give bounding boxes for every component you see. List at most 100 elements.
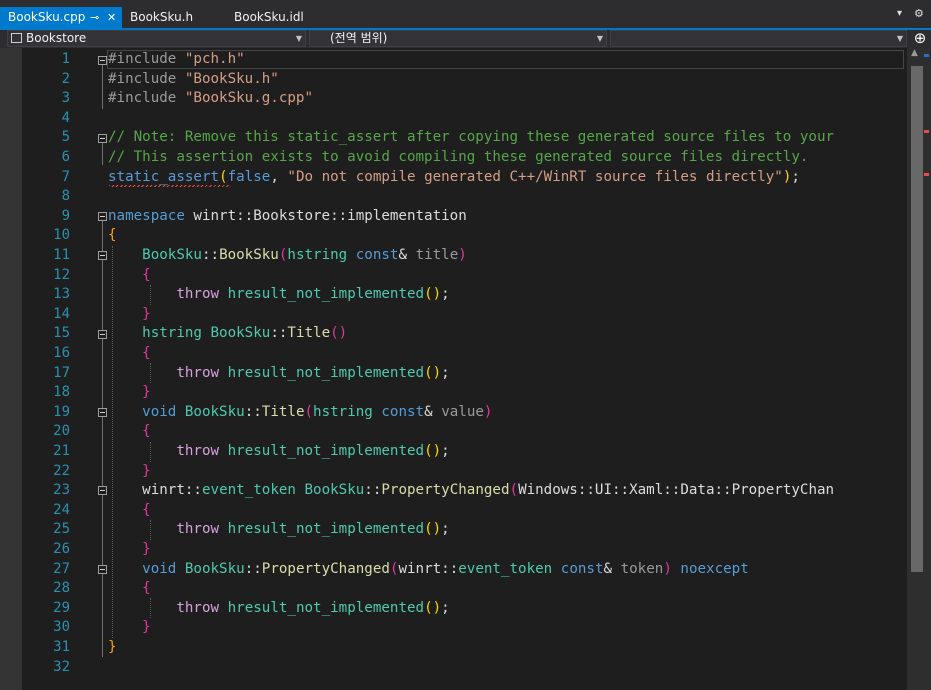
chevron-down-icon: ▼ [295, 34, 302, 43]
code-line: { [142, 423, 151, 440]
line-number: 2 [61, 70, 70, 87]
scope-label: (전역 범위) [330, 31, 388, 45]
line-number: 25 [53, 521, 70, 538]
code-line: hstring BookSku::Title() [142, 325, 348, 342]
code-line: { [142, 345, 151, 361]
chevron-down-icon: ▼ [896, 34, 903, 43]
collapse-icon[interactable] [98, 251, 107, 260]
navigation-bar: Bookstore ▼ (전역 범위) ▼ ▼ ⊕ [0, 30, 931, 48]
code-line: throw hresult_not_implemented(); [176, 286, 450, 303]
code-line: namespace winrt::Bookstore::implementati… [108, 207, 467, 224]
line-number: 13 [53, 286, 70, 303]
code-line: } [142, 462, 151, 479]
collapse-icon[interactable] [98, 565, 107, 574]
line-number: 27 [53, 560, 70, 577]
code-line: throw hresult_not_implemented(); [176, 521, 450, 538]
code-editor[interactable]: 1 2 3 4 5 6 7 8 9 10 11 12 13 14 15 16 1… [0, 48, 931, 690]
code-line: #include "BookSku.h" [108, 70, 279, 87]
line-number: 19 [53, 403, 70, 420]
tab-label: BookSku.h [130, 10, 194, 24]
line-number: 21 [53, 443, 70, 459]
split-window-button[interactable]: ⊕ [911, 30, 929, 47]
line-number: 8 [61, 188, 70, 205]
line-number: 23 [53, 482, 70, 499]
chevron-down-icon: ▼ [596, 34, 603, 43]
collapse-icon[interactable] [98, 330, 107, 339]
code-line: } [142, 619, 151, 636]
close-icon[interactable]: ✕ [107, 7, 116, 28]
line-number: 29 [53, 599, 70, 616]
project-label: Bookstore [26, 31, 87, 45]
code-line: // This assertion exists to avoid compil… [108, 149, 809, 165]
code-line: { [108, 227, 117, 244]
outline-line [102, 143, 103, 165]
tab-label: BookSku.cpp [8, 10, 86, 24]
line-number: 18 [53, 384, 70, 401]
code-line: throw hresult_not_implemented(); [176, 364, 450, 381]
settings-icon[interactable]: ⚙ [914, 7, 924, 20]
indicator-margin [0, 48, 22, 690]
scrollbar-thumb[interactable] [911, 66, 923, 572]
collapse-icon[interactable] [98, 56, 107, 65]
vertical-scrollbar[interactable]: ▲ [907, 48, 931, 690]
line-number: 30 [53, 619, 70, 636]
tab-booksku-cpp[interactable]: BookSku.cpp ⊸ ✕ [0, 7, 122, 28]
error-squiggle [109, 185, 231, 187]
tab-booksku-idl[interactable]: BookSku.idl [226, 7, 326, 28]
line-number: 5 [61, 129, 70, 146]
caret-marker [924, 54, 929, 57]
outline-line [102, 221, 103, 657]
member-dropdown[interactable]: ▼ [610, 30, 907, 47]
project-icon [11, 33, 22, 43]
line-number: 14 [53, 305, 70, 322]
collapse-icon[interactable] [98, 408, 107, 417]
document-tab-bar: BookSku.cpp ⊸ ✕ BookSku.h BookSku.idl ▾ … [0, 0, 931, 28]
code-line: #include "BookSku.g.cpp" [108, 90, 313, 107]
line-number: 32 [53, 658, 70, 675]
code-line: { [142, 501, 151, 518]
line-number: 17 [53, 364, 70, 381]
line-number: 3 [61, 90, 70, 107]
line-number: 26 [53, 541, 70, 557]
code-line: #include "pch.h" [108, 51, 245, 67]
tab-dropdown-icon[interactable]: ▾ [897, 8, 902, 19]
collapse-icon[interactable] [98, 486, 107, 495]
outline-line [102, 65, 103, 109]
line-number: 10 [53, 227, 70, 244]
pin-icon[interactable]: ⊸ [90, 7, 99, 28]
code-line: void BookSku::PropertyChanged(winrt::eve… [142, 560, 749, 577]
line-number: 31 [53, 639, 70, 655]
scope-dropdown[interactable]: (전역 범위) ▼ [309, 30, 607, 47]
line-number: 24 [53, 501, 70, 518]
line-number: 20 [53, 423, 70, 440]
line-number: 16 [53, 345, 70, 361]
collapse-icon[interactable] [98, 212, 107, 221]
code-line: throw hresult_not_implemented(); [176, 599, 450, 616]
code-line: throw hresult_not_implemented(); [176, 443, 450, 459]
line-number: 22 [53, 462, 70, 479]
line-number: 12 [53, 266, 70, 283]
error-marker[interactable] [924, 130, 929, 133]
code-line: } [108, 639, 117, 655]
code-line: { [142, 266, 151, 283]
code-line: } [142, 541, 151, 557]
collapse-icon[interactable] [98, 134, 107, 143]
code-line: } [142, 305, 151, 322]
scroll-up-icon[interactable]: ▲ [911, 48, 918, 58]
tab-label: BookSku.idl [234, 10, 304, 24]
tab-booksku-h[interactable]: BookSku.h [122, 7, 222, 28]
error-marker[interactable] [924, 173, 929, 176]
line-number: 28 [53, 580, 70, 597]
code-line: { [142, 580, 151, 597]
code-line: } [142, 384, 151, 401]
project-dropdown[interactable]: Bookstore ▼ [7, 30, 306, 47]
line-number: 4 [61, 109, 70, 126]
line-number: 7 [61, 168, 70, 185]
code-line: winrt::event_token BookSku::PropertyChan… [142, 482, 835, 499]
line-number: 6 [61, 149, 70, 165]
line-number: 1 [61, 51, 70, 67]
code-line: BookSku::BookSku(hstring const& title) [142, 247, 467, 263]
line-number: 9 [61, 207, 70, 224]
line-number: 11 [53, 247, 70, 263]
line-number: 15 [53, 325, 70, 342]
